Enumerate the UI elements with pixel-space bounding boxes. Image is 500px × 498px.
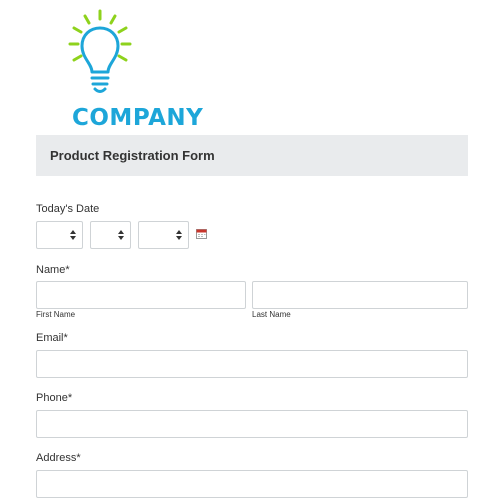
required-marker: * xyxy=(76,452,81,464)
form-title-bar: Product Registration Form xyxy=(36,135,468,176)
required-marker: * xyxy=(63,332,68,344)
address-input[interactable] xyxy=(36,470,468,498)
date-year-select[interactable] xyxy=(138,221,189,249)
company-name: COMPANY xyxy=(72,105,204,131)
last-name-input[interactable] xyxy=(252,281,468,309)
first-name-input[interactable] xyxy=(36,281,246,309)
lightbulb-icon xyxy=(68,9,132,93)
required-marker: * xyxy=(65,264,70,276)
select-arrows-icon xyxy=(118,230,124,242)
phone-input[interactable] xyxy=(36,410,468,438)
date-day-select[interactable] xyxy=(90,221,131,249)
email-input[interactable] xyxy=(36,350,468,378)
date-month-select[interactable] xyxy=(36,221,83,249)
last-name-sublabel: Last Name xyxy=(252,310,291,319)
select-arrows-icon xyxy=(176,230,182,242)
select-arrows-icon xyxy=(70,230,76,242)
form-title: Product Registration Form xyxy=(50,148,215,163)
date-label: Today's Date xyxy=(36,203,100,215)
email-label: Email* xyxy=(36,332,68,344)
address-label: Address* xyxy=(36,452,81,464)
first-name-sublabel: First Name xyxy=(36,310,76,319)
name-label: Name* xyxy=(36,264,70,276)
phone-label: Phone* xyxy=(36,392,73,404)
calendar-icon[interactable] xyxy=(196,228,207,239)
company-logo: COMPANY xyxy=(36,8,203,131)
required-marker: * xyxy=(67,392,73,404)
